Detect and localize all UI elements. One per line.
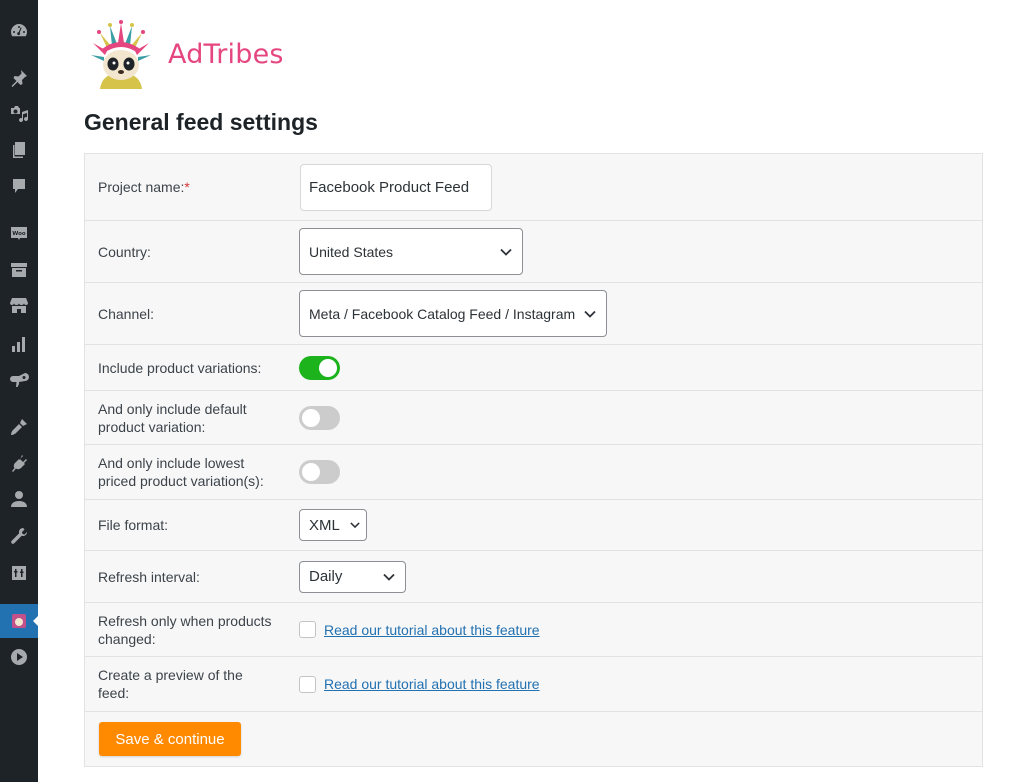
settings-icon <box>12 566 26 580</box>
admin-menu-marketing[interactable] <box>0 363 38 397</box>
file-format-selected-value: XML <box>309 516 340 534</box>
refresh-only-changed-label: Refresh only when products changed: <box>98 612 272 647</box>
row-country: Country: United States <box>85 221 982 283</box>
admin-menu-analytics[interactable] <box>0 328 38 362</box>
pin-icon <box>11 70 27 87</box>
tools-icon <box>11 527 28 544</box>
store-icon <box>10 298 28 313</box>
comments-icon <box>13 179 25 193</box>
lowest-priced-variation-toggle[interactable] <box>299 460 340 484</box>
svg-text:Woo: Woo <box>12 231 26 237</box>
refresh-interval-label: Refresh interval: <box>98 568 200 585</box>
admin-menu-settings[interactable] <box>0 556 38 590</box>
refresh-tutorial-link[interactable]: Read our tutorial about this feature <box>324 622 540 638</box>
row-file-format: File format: XML <box>85 500 982 551</box>
row-default-variation: And only include default product variati… <box>85 391 982 445</box>
analytics-icon <box>12 337 25 352</box>
admin-menu-posts[interactable] <box>0 61 38 95</box>
admin-menu-adtribes[interactable] <box>0 604 38 638</box>
admin-menu-products[interactable] <box>0 253 38 287</box>
refresh-interval-selected-value: Daily <box>309 568 343 585</box>
row-include-variations: Include product variations: <box>85 345 982 391</box>
marketing-icon <box>10 373 29 387</box>
create-preview-checkbox[interactable] <box>299 675 316 693</box>
row-refresh-only-changed: Refresh only when products changed: Read… <box>85 603 982 657</box>
adtribes-logo: AdTribes <box>88 16 284 92</box>
include-variations-label: Include product variations: <box>98 359 262 376</box>
chevron-down-icon <box>383 573 395 581</box>
country-selected-value: United States <box>309 243 394 260</box>
default-variation-toggle[interactable] <box>299 405 340 430</box>
row-lowest-priced-variation: And only include lowest priced product v… <box>85 445 982 500</box>
panda-headdress-icon <box>91 20 151 89</box>
admin-menu-media-player[interactable] <box>0 640 38 674</box>
admin-menu-users[interactable] <box>0 482 38 516</box>
play-icon <box>11 649 27 665</box>
admin-menu-pages[interactable] <box>0 133 38 167</box>
default-variation-label: And only include default product variati… <box>98 400 247 435</box>
row-create-preview: Create a preview of the feed: Read our t… <box>85 657 982 712</box>
admin-menu-comments[interactable] <box>0 169 38 203</box>
lowest-priced-variation-label: And only include lowest priced product v… <box>98 455 264 489</box>
project-name-label: Project name:* <box>98 179 190 195</box>
brand-name: AdTribes <box>168 38 284 70</box>
plugins-icon <box>12 455 27 472</box>
channel-label: Channel: <box>98 305 155 322</box>
pages-icon <box>13 142 25 158</box>
row-submit: Save & continue <box>85 712 982 766</box>
required-marker: * <box>184 179 190 195</box>
users-icon <box>11 491 27 507</box>
chevron-down-icon <box>500 248 512 256</box>
row-project-name: Project name:* <box>85 154 982 221</box>
media-icon <box>11 106 29 123</box>
feed-settings-form: Project name:* Country: United States Ch… <box>84 153 983 767</box>
preview-tutorial-link[interactable]: Read our tutorial about this feature <box>324 676 540 692</box>
admin-menu-woocommerce[interactable]: Woo <box>0 216 38 250</box>
chevron-down-icon <box>584 310 596 318</box>
refresh-only-changed-checkbox[interactable] <box>299 621 316 638</box>
refresh-interval-select[interactable]: Daily <box>299 560 406 593</box>
country-select[interactable]: United States <box>299 228 523 275</box>
chevron-down-icon <box>350 522 360 529</box>
woocommerce-icon: Woo <box>11 227 27 240</box>
archive-icon <box>11 263 27 277</box>
row-refresh-interval: Refresh interval: Daily <box>85 551 982 603</box>
row-channel: Channel: Meta / Facebook Catalog Feed / … <box>85 283 982 345</box>
adtribes-icon <box>12 614 26 628</box>
file-format-select[interactable]: XML <box>299 509 367 541</box>
file-format-label: File format: <box>98 517 169 533</box>
admin-sidebar: Woo <box>0 0 38 782</box>
admin-menu-plugins[interactable] <box>0 446 38 480</box>
admin-menu-tools[interactable] <box>0 519 38 553</box>
page-title: General feed settings <box>84 109 318 135</box>
project-name-input[interactable] <box>300 163 492 211</box>
include-variations-toggle[interactable] <box>299 355 340 380</box>
country-label: Country: <box>98 243 151 260</box>
admin-menu-media[interactable] <box>0 97 38 131</box>
channel-select[interactable]: Meta / Facebook Catalog Feed / Instagram <box>299 290 607 337</box>
save-continue-button[interactable]: Save & continue <box>99 722 241 756</box>
channel-selected-value: Meta / Facebook Catalog Feed / Instagram <box>309 305 576 322</box>
admin-menu-appearance[interactable] <box>0 410 38 444</box>
admin-menu-dashboard[interactable] <box>0 14 38 48</box>
admin-menu-store[interactable] <box>0 288 38 322</box>
create-preview-label: Create a preview of the feed: <box>98 667 243 701</box>
appearance-icon <box>11 419 27 435</box>
dashboard-icon <box>11 24 28 37</box>
